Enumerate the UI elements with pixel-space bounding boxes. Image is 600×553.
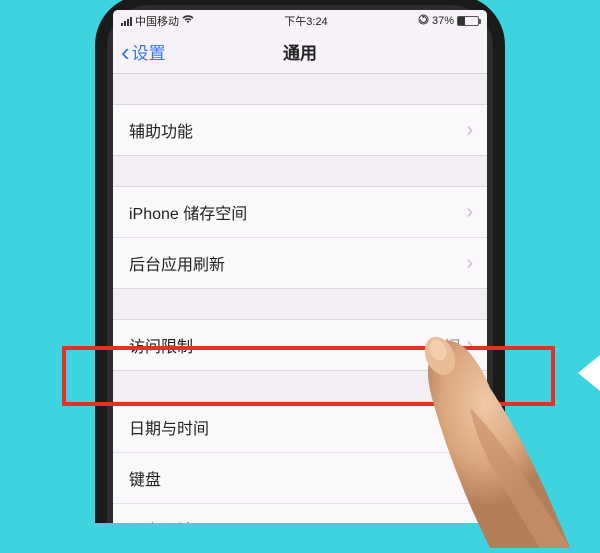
status-right: 37% — [418, 14, 479, 28]
carrier-label: 中国移动 — [135, 13, 179, 29]
rotation-lock-icon — [418, 14, 429, 28]
nav-bar: ‹ 设置 通用 — [113, 30, 487, 74]
row-label: 辅助功能 — [129, 118, 193, 142]
settings-group: iPhone 储存空间 › 后台应用刷新 › — [113, 186, 487, 289]
chevron-right-icon: › — [466, 120, 473, 140]
row-value: 关闭 — [428, 333, 460, 357]
chevron-right-icon: › — [466, 468, 473, 488]
row-label: iPhone 储存空间 — [129, 200, 247, 224]
settings-list[interactable]: 辅助功能 › iPhone 储存空间 › 后台应用刷新 › — [113, 74, 487, 523]
signal-icon — [121, 17, 132, 26]
row-label: 键盘 — [129, 466, 161, 490]
phone-frame: 中国移动 下午3:24 37% ‹ 设置 — [95, 0, 505, 523]
row-right: 关闭 › — [428, 333, 473, 357]
status-bar: 中国移动 下午3:24 37% — [113, 10, 487, 30]
chevron-right-icon: › — [466, 335, 473, 355]
chevron-right-icon: › — [466, 417, 473, 437]
battery-percent-label: 37% — [432, 15, 454, 27]
chevron-right-icon: › — [466, 202, 473, 222]
row-restrictions[interactable]: 访问限制 关闭 › — [113, 320, 487, 370]
row-keyboard[interactable]: 键盘 › — [113, 453, 487, 504]
settings-group: 访问限制 关闭 › — [113, 319, 487, 371]
settings-group: 辅助功能 › — [113, 104, 487, 156]
back-label: 设置 — [132, 39, 166, 64]
play-overlay-icon — [578, 355, 600, 391]
chevron-right-icon: › — [466, 519, 473, 523]
status-left: 中国移动 — [121, 13, 194, 29]
row-label: 后台应用刷新 — [129, 251, 225, 275]
wifi-icon — [182, 15, 194, 27]
screen: 中国移动 下午3:24 37% ‹ 设置 — [113, 10, 487, 523]
settings-group: 日期与时间 › 键盘 › 语言与地区 › 词典 › — [113, 401, 487, 523]
battery-icon — [457, 16, 479, 26]
row-date-time[interactable]: 日期与时间 › — [113, 402, 487, 453]
row-language-region[interactable]: 语言与地区 › — [113, 504, 487, 523]
page-title: 通用 — [283, 39, 317, 64]
row-label: 访问限制 — [129, 333, 193, 357]
clock-label: 下午3:24 — [284, 13, 327, 29]
row-accessibility[interactable]: 辅助功能 › — [113, 105, 487, 155]
row-label: 语言与地区 — [129, 517, 209, 523]
chevron-left-icon: ‹ — [121, 39, 130, 65]
row-iphone-storage[interactable]: iPhone 储存空间 › — [113, 187, 487, 238]
chevron-right-icon: › — [466, 253, 473, 273]
back-button[interactable]: ‹ 设置 — [121, 39, 166, 65]
phone-bezel: 中国移动 下午3:24 37% ‹ 设置 — [107, 5, 493, 523]
row-label: 日期与时间 — [129, 415, 209, 439]
row-background-app-refresh[interactable]: 后台应用刷新 › — [113, 238, 487, 288]
